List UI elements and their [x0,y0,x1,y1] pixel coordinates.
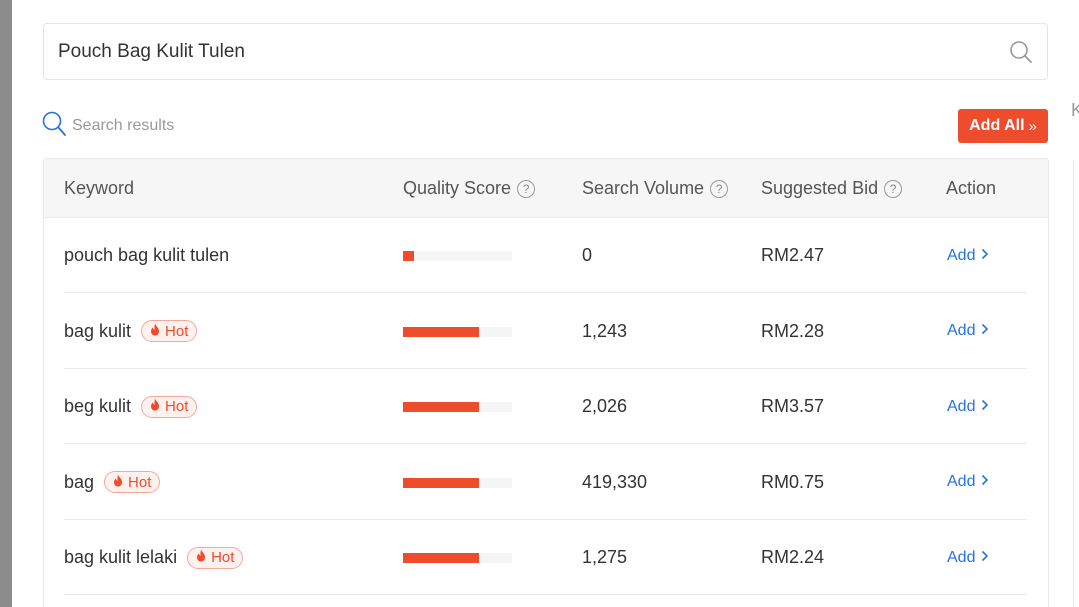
quality-score-bar [403,326,512,337]
keyword-cell: beg kulit Hot [64,369,198,444]
flame-icon [113,474,128,491]
keyword-search-input[interactable] [58,24,988,79]
chevron-right-icon [981,473,989,491]
header-search-volume-label: Search Volume [582,178,705,198]
search-results-label: Search results [72,117,175,134]
help-icon[interactable]: ? [884,179,903,198]
table-header: Keyword Quality Score? Search Volume? Su… [44,159,1048,218]
search-volume-cell: 419,330 [582,471,648,492]
hot-badge: Hot [141,395,198,418]
action-cell: Add [947,369,989,444]
keyword-text: bag kulit lelaki [64,547,178,567]
chevron-right-icon [981,247,989,265]
hot-badge-label: Hot [165,322,189,340]
quality-score-bar [403,477,512,488]
add-all-button[interactable]: Add All » [958,109,1048,143]
add-keyword-label: Add [947,246,976,264]
keyword-text: pouch bag kulit tulen [64,245,230,265]
search-volume-cell: 1,275 [582,547,628,567]
quality-score-bar [403,553,512,563]
quality-score-fill [403,477,479,488]
chevron-right-icon [981,549,989,567]
quality-score-bar [403,251,512,261]
search-volume-cell: 0 [582,245,593,265]
search-results-icon [42,111,66,142]
table-row: bag kulit lelaki Hot 1,275 RM2.24 Add [64,520,1027,595]
search-icon[interactable] [1009,40,1033,64]
quality-score-fill [403,251,414,261]
hot-badge-label: Hot [165,398,189,415]
keyword-text: bag [64,471,95,492]
header-keyword: Keyword [64,159,134,218]
quality-score-fill [403,326,479,337]
action-cell: Add [947,218,989,293]
table-row: beg kulit Hot 2,026 RM3.57 Add [64,369,1027,444]
window-left-edge [0,0,12,607]
header-suggested-bid-label: Suggested Bid [761,178,879,198]
quality-score-bar [403,402,512,412]
right-panel-title-fragment: K [1071,100,1079,120]
add-keyword-label: Add [947,322,976,339]
header-suggested-bid: Suggested Bid? [761,159,903,218]
hot-badge-label: Hot [128,473,152,491]
hot-badge: Hot [104,471,161,493]
quality-score-fill [403,402,479,412]
header-quality-score-label: Quality Score [403,178,512,198]
table-row: bag Hot 419,330 RM0.75 Add [64,445,1027,520]
header-keyword-label: Keyword [64,178,135,198]
hot-badge: Hot [141,320,198,342]
keyword-cell: bag kulit Hot [64,294,198,369]
search-volume-cell: 2,026 [582,396,628,416]
add-all-label: Add All [969,117,1025,134]
flame-icon [196,549,211,566]
right-panel-edge [1073,160,1079,607]
add-keyword-label: Add [947,548,976,566]
keyword-search-box[interactable] [43,23,1048,80]
action-cell: Add [947,520,989,595]
add-keyword-button[interactable]: Add [947,549,989,567]
suggested-bid-cell: RM2.47 [761,245,825,265]
chevron-right-icon [981,398,989,416]
suggested-bid-cell: RM3.57 [761,396,825,416]
add-keyword-button[interactable]: Add [947,398,989,416]
quality-score-fill [403,553,479,563]
table-row: bag kulit Hot 1,243 RM2.28 Add [64,294,1027,369]
help-icon[interactable]: ? [517,179,536,198]
keyword-cell: bag kulit lelaki Hot [64,520,244,595]
flame-icon [150,323,165,340]
suggested-bid-cell: RM0.75 [761,471,825,492]
header-action: Action [946,159,996,218]
header-search-volume: Search Volume? [582,159,729,218]
add-keyword-label: Add [947,397,976,415]
suggested-bid-cell: RM2.24 [761,547,825,567]
chevron-right-icon [981,322,989,340]
flame-icon [150,398,165,415]
add-keyword-button[interactable]: Add [947,473,989,491]
keyword-table: Keyword Quality Score? Search Volume? Su… [43,158,1049,607]
keyword-cell: pouch bag kulit tulen [64,218,229,293]
keyword-text: bag kulit [64,320,132,341]
search-results-header: Search results [42,111,175,142]
action-cell: Add [947,294,989,369]
add-keyword-button[interactable]: Add [947,247,989,265]
search-volume-cell: 1,243 [582,320,628,341]
keyword-cell: bag Hot [64,445,161,520]
hot-badge-label: Hot [211,549,235,566]
header-quality-score: Quality Score? [403,159,536,218]
table-row: pouch bag kulit tulen 0 RM2.47 Add [64,218,1027,293]
suggested-bid-cell: RM2.28 [761,320,825,341]
double-chevron-right-icon: » [1028,117,1037,135]
header-action-label: Action [946,178,997,198]
keyword-text: beg kulit [64,396,132,416]
hot-badge: Hot [187,546,244,569]
add-keyword-button[interactable]: Add [947,322,989,340]
help-icon[interactable]: ? [710,179,729,198]
action-cell: Add [947,445,989,520]
add-keyword-label: Add [947,473,976,490]
